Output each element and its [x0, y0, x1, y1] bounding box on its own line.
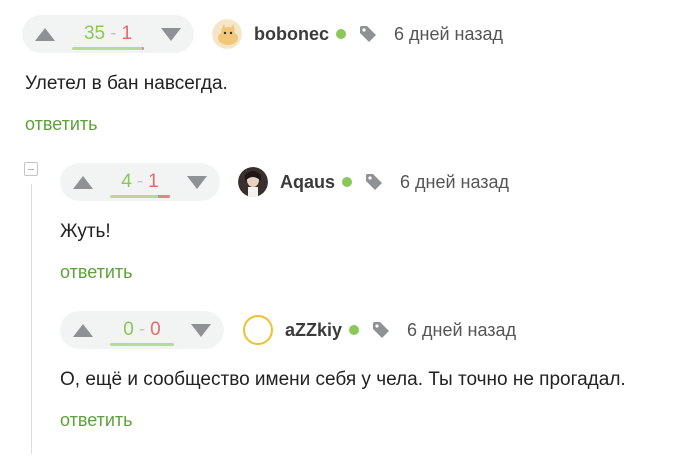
downvote-button[interactable] [178, 311, 224, 349]
downvote-button[interactable] [148, 15, 194, 53]
rating-minus: 1 [148, 171, 159, 192]
upvote-button[interactable] [22, 15, 68, 53]
comment-text: Жуть! [60, 221, 111, 242]
rating-bar-negative [141, 47, 144, 50]
rating-bar [110, 343, 174, 346]
empty-avatar-icon[interactable] [243, 315, 273, 345]
rating-separator: - [138, 319, 146, 340]
reply-link[interactable]: ответить [60, 410, 133, 431]
rating-separator: - [110, 23, 117, 44]
author-name[interactable]: aZZkiy [285, 320, 342, 341]
rating-score: 4 - 1 [106, 163, 174, 201]
comment-header: bobonec 6 дней назад [212, 15, 503, 53]
arrow-down-icon [187, 175, 207, 189]
rating-plus: 0 [123, 319, 134, 340]
online-indicator [336, 29, 346, 39]
rating-widget: 35 - 1 [22, 15, 194, 53]
rating-minus: 1 [121, 23, 133, 44]
comment-time[interactable]: 6 дней назад [407, 320, 516, 341]
rating-bar [110, 195, 170, 198]
comment-header: Aqaus 6 дней назад [238, 163, 509, 201]
rating-score: 0 - 0 [106, 311, 178, 349]
online-indicator [342, 177, 353, 187]
rating-separator: - [136, 171, 144, 192]
rating-bar-negative [158, 195, 170, 198]
reply-link[interactable]: ответить [25, 114, 98, 135]
rating-bar [72, 47, 144, 50]
author-name[interactable]: Aqaus [280, 172, 335, 193]
rating-plus: 35 [83, 23, 106, 44]
rating-score: 35 - 1 [68, 15, 148, 53]
downvote-button[interactable] [174, 163, 220, 201]
thread-line[interactable] [31, 184, 32, 454]
comment-time[interactable]: 6 дней назад [394, 24, 503, 45]
comment-header: aZZkiy 6 дней назад [243, 311, 516, 349]
arrow-up-icon [35, 27, 55, 41]
tag-icon[interactable] [365, 173, 383, 191]
upvote-button[interactable] [60, 311, 106, 349]
comment-text: О, ещё и сообщество имени себя у чела. Т… [60, 369, 626, 390]
tag-icon[interactable] [372, 321, 390, 339]
rating-widget: 0 - 0 [60, 311, 224, 349]
rating-plus: 4 [121, 171, 132, 192]
rating-minus: 0 [150, 319, 161, 340]
author-name[interactable]: bobonec [254, 24, 329, 45]
cat-avatar-icon[interactable] [212, 19, 242, 49]
arrow-up-icon [73, 323, 93, 337]
arrow-up-icon [73, 175, 93, 189]
upvote-button[interactable] [60, 163, 106, 201]
rating-widget: 4 - 1 [60, 163, 220, 201]
arrow-down-icon [161, 27, 181, 41]
arrow-down-icon [191, 323, 211, 337]
tag-icon[interactable] [359, 25, 377, 43]
comment-text: Улетел в бан навсегда. [25, 73, 228, 94]
comment-time[interactable]: 6 дней назад [400, 172, 509, 193]
collapse-thread-button[interactable] [24, 162, 38, 176]
character-avatar-icon[interactable] [238, 167, 268, 197]
reply-link[interactable]: ответить [60, 262, 133, 283]
online-indicator [349, 325, 360, 335]
